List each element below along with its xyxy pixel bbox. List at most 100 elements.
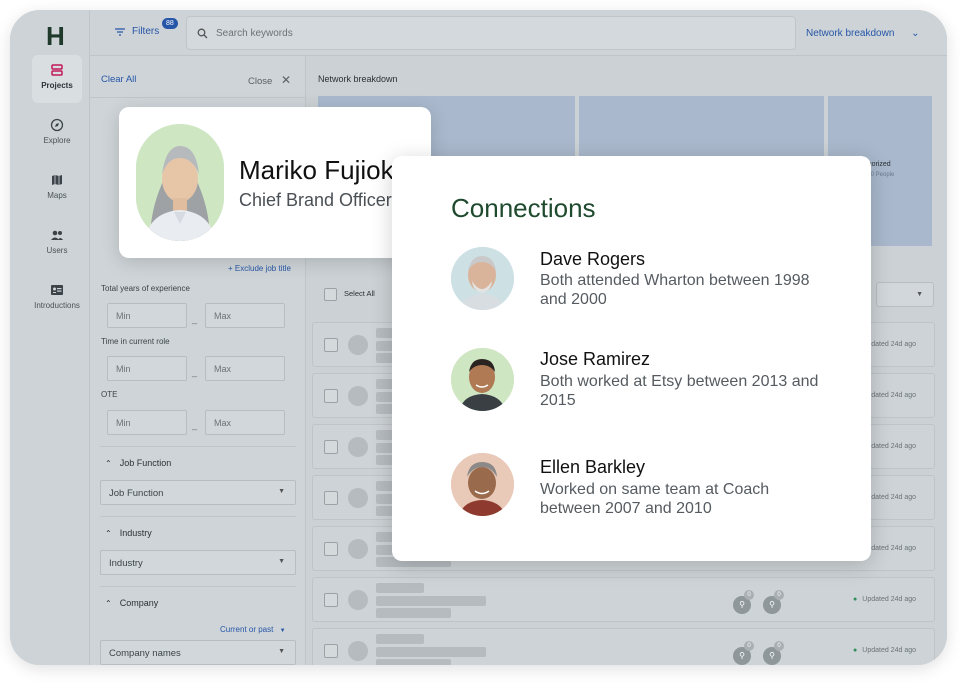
industry-dropdown-value: Industry (109, 558, 143, 569)
placeholder-bar (376, 634, 424, 644)
caret-down-icon: ▼ (278, 558, 285, 565)
caret-down-icon: ▼ (278, 488, 285, 495)
placeholder-bar (376, 596, 486, 606)
nav-item-projects[interactable]: Projects (32, 55, 82, 103)
placeholder-bar (376, 647, 486, 657)
count-badge: 0 (744, 590, 754, 600)
avatar (136, 124, 224, 241)
range-dash: _ (192, 314, 198, 324)
avatar (451, 453, 514, 516)
caret-down-icon: ▼ (916, 291, 923, 298)
filter-icon (115, 27, 125, 36)
nav-item-maps[interactable]: Maps (32, 165, 82, 213)
row-checkbox[interactable] (324, 644, 338, 658)
filters-button[interactable]: Filters (114, 26, 159, 37)
search-placeholder: Search keywords (216, 27, 293, 39)
avatar (348, 590, 368, 610)
connections-title: Connections (451, 193, 596, 223)
avatar (451, 348, 514, 411)
range-dash: _ (192, 367, 198, 377)
map-icon (52, 175, 62, 185)
connections-card: Connections Dave Rogers Both attended Wh… (392, 156, 871, 561)
ote-label: OTE (101, 390, 118, 399)
table-row[interactable]: ⚲ 0 ⚲ 0 ● Updated 24d ago (312, 628, 935, 665)
sort-dropdown[interactable]: ▼ (876, 282, 934, 307)
users-icon (51, 230, 63, 240)
time-in-role-label: Time in current role (101, 337, 170, 346)
table-row[interactable]: ⚲ 0 ⚲ 0 ● Updated 24d ago (312, 577, 935, 622)
nav-label: Explore (43, 136, 71, 145)
updated-text: dated 24d ago (871, 494, 916, 501)
updated-text: dated 24d ago (871, 443, 916, 450)
job-function-section-toggle[interactable]: ⌃ Job Function (105, 458, 171, 468)
nav-item-users[interactable]: Users (32, 220, 82, 268)
clear-all-link[interactable]: Clear All (101, 74, 136, 85)
avatar (348, 335, 368, 355)
person-portrait (136, 124, 224, 241)
job-function-dropdown[interactable]: Job Function ▼ (100, 480, 296, 505)
industry-dropdown[interactable]: Industry ▼ (100, 550, 296, 575)
row-checkbox[interactable] (324, 440, 338, 454)
industry-title: Industry (119, 528, 152, 538)
close-icon: ✕ (280, 73, 291, 87)
placeholder-bar (376, 608, 451, 618)
avatar (348, 386, 368, 406)
nav-label: Users (46, 246, 68, 255)
filters-count-badge: 88 (162, 18, 178, 29)
avatar (348, 488, 368, 508)
id-card-icon (51, 285, 63, 295)
count-badge: 0 (774, 590, 784, 600)
nav-item-explore[interactable]: Explore (32, 110, 82, 158)
avatar (348, 539, 368, 559)
connection-description: Both attended Wharton between 1998 and 2… (540, 272, 810, 308)
connection-name: Ellen Barkley (540, 457, 646, 477)
avatar (348, 437, 368, 457)
count-badge: 0 (744, 641, 754, 651)
years-max-input[interactable]: Max (205, 303, 285, 328)
compass-icon (50, 118, 64, 132)
network-select[interactable]: Network breakdown ⌄ (806, 28, 920, 39)
company-title: Company (119, 598, 159, 608)
row-checkbox[interactable] (324, 389, 338, 403)
row-checkbox[interactable] (324, 542, 338, 556)
network-select-label: Network breakdown (806, 28, 895, 39)
role-max-input[interactable]: Max (205, 356, 285, 381)
row-checkbox[interactable] (324, 593, 338, 607)
top-bar: Filters 88 Search keywords Network break… (90, 10, 947, 56)
select-all-label: Select All (344, 289, 375, 298)
status-dot-icon: ● (853, 596, 858, 603)
exclude-job-title-link[interactable]: + Exclude job title (228, 264, 291, 273)
range-dash: _ (192, 420, 198, 430)
select-all-checkbox[interactable] (324, 288, 337, 301)
person-card: Mariko Fujioka Chief Brand Officer (119, 107, 431, 258)
ote-max-input[interactable]: Max (205, 410, 285, 435)
role-min-input[interactable]: Min (107, 356, 187, 381)
search-input[interactable]: Search keywords (186, 16, 796, 50)
connection-portrait (451, 247, 514, 310)
placeholder-bar (376, 659, 451, 665)
connection-portrait (451, 348, 514, 411)
nav-item-introductions[interactable]: Introductions (28, 275, 86, 323)
industry-section-toggle[interactable]: ⌃ Industry (105, 528, 152, 538)
nav-label: Maps (47, 191, 67, 200)
updated-text: dated 24d ago (871, 545, 916, 552)
status-dot-icon: ● (853, 647, 858, 654)
connection-name: Jose Ramirez (540, 349, 651, 369)
divider (100, 586, 296, 587)
stack-icon (51, 64, 63, 76)
nav-label: Introductions (34, 301, 80, 310)
filters-label: Filters (132, 26, 160, 37)
years-experience-label: Total years of experience (101, 284, 190, 293)
logo: H (46, 21, 65, 51)
close-button[interactable]: Close ✕ (248, 73, 291, 87)
row-checkbox[interactable] (324, 491, 338, 505)
row-checkbox[interactable] (324, 338, 338, 352)
years-min-input[interactable]: Min (107, 303, 187, 328)
updated-text: dated 24d ago (871, 392, 916, 399)
ote-min-input[interactable]: Min (107, 410, 187, 435)
company-dropdown[interactable]: Company names ▼ (100, 640, 296, 665)
job-function-title: Job Function (119, 458, 172, 468)
company-section-toggle[interactable]: ⌃ Company (105, 598, 158, 608)
current-or-past-select[interactable]: Current or past ▼ (220, 625, 286, 634)
person-name: Mariko Fujioka (239, 155, 409, 185)
